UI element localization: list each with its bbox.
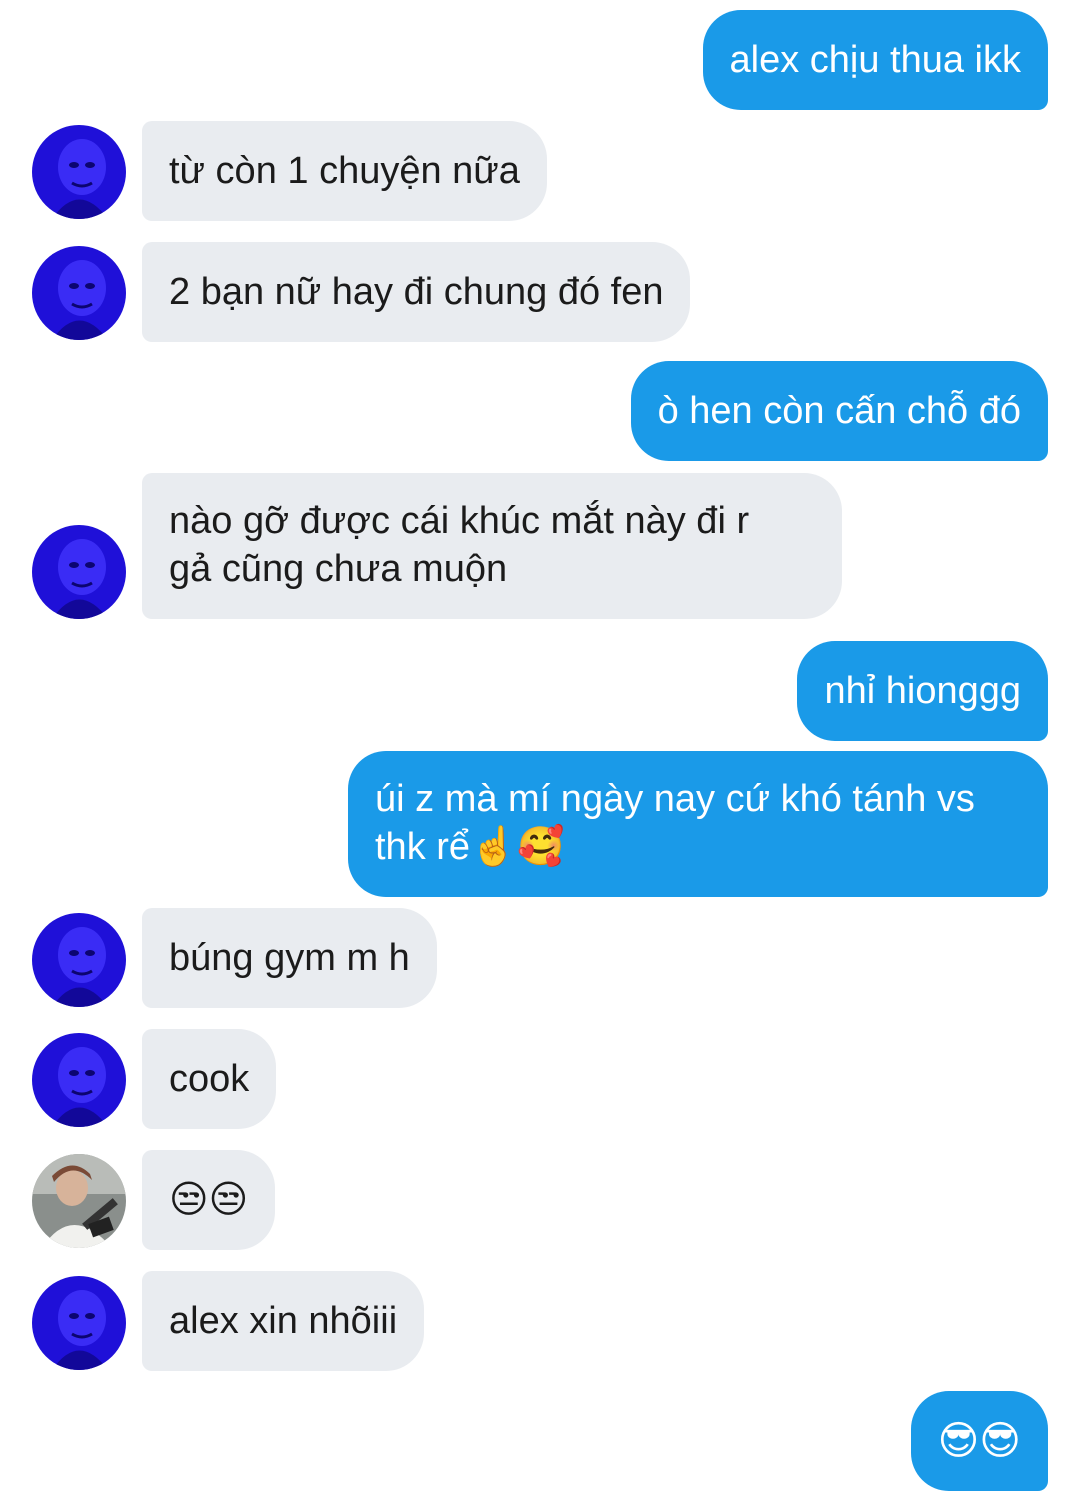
incoming-message[interactable]: nào gỡ được cái khúc mắt này đi r gả cũn… (142, 473, 842, 619)
contact-photo-avatar[interactable] (32, 1154, 126, 1248)
contact-avatar[interactable] (32, 913, 126, 1007)
contact-avatar[interactable] (32, 1276, 126, 1370)
outgoing-message[interactable]: alex chịu thua ikk (702, 10, 1048, 110)
contact-avatar[interactable] (32, 246, 126, 340)
contact-avatar[interactable] (32, 1033, 126, 1127)
incoming-message[interactable]: alex xin nhõiii (142, 1271, 425, 1371)
outgoing-message[interactable]: úi z mà mí ngày nay cứ khó tánh vs thk r… (348, 751, 1048, 897)
contact-avatar[interactable] (32, 525, 126, 619)
outgoing-message[interactable]: ò hen còn cấn chỗ đó (630, 361, 1048, 461)
contact-avatar[interactable] (32, 125, 126, 219)
incoming-message[interactable]: từ còn 1 chuyện nữa (142, 121, 547, 221)
outgoing-message[interactable]: nhỉ hionggg (797, 641, 1048, 741)
incoming-message[interactable]: cook (142, 1029, 277, 1129)
incoming-message[interactable]: 😒😒 (142, 1150, 276, 1250)
outgoing-message[interactable]: 😎😎 (910, 1391, 1048, 1491)
incoming-message[interactable]: 2 bạn nữ hay đi chung đó fen (142, 242, 691, 342)
incoming-message[interactable]: búng gym m h (142, 908, 437, 1008)
